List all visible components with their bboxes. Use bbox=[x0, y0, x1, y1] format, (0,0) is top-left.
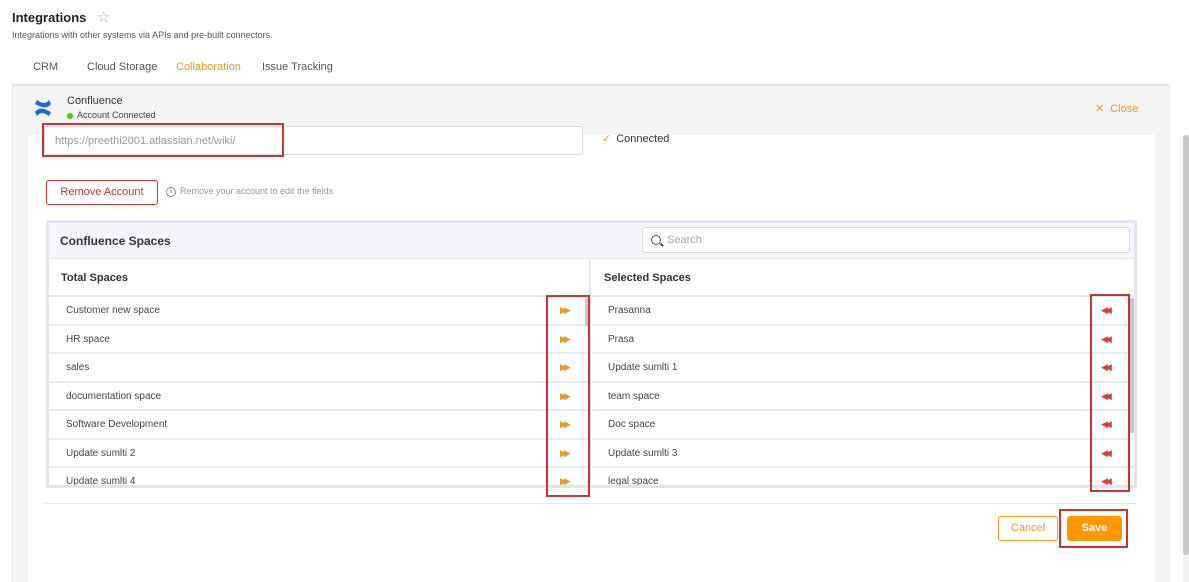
connector-name: Confluence bbox=[67, 95, 123, 107]
space-name: Prasanna bbox=[608, 305, 651, 316]
list-item: legal space ◀◀ bbox=[592, 468, 1134, 485]
connection-status-text: Account Connected bbox=[77, 110, 156, 120]
page-scrollbar-thumb[interactable] bbox=[1183, 135, 1189, 555]
space-name: team space bbox=[608, 390, 660, 402]
connected-label: Connected bbox=[616, 133, 670, 145]
connection-status: Account Connected bbox=[67, 110, 156, 120]
space-name: Update sumlti 3 bbox=[608, 447, 678, 459]
cancel-button[interactable]: Cancel bbox=[998, 516, 1058, 541]
tab-issue-tracking[interactable]: Issue Tracking bbox=[249, 56, 346, 86]
space-name: sales bbox=[66, 362, 90, 373]
spaces-title: Confluence Spaces bbox=[60, 234, 171, 248]
tab-collaboration[interactable]: Collaboration bbox=[163, 56, 254, 86]
move-right-icon[interactable]: ▶▶ bbox=[560, 448, 571, 459]
list-item: documentation space ▶▶ bbox=[49, 383, 589, 411]
footer-divider bbox=[44, 503, 1137, 504]
move-right-icon[interactable]: ▶▶ bbox=[560, 334, 571, 345]
search-icon bbox=[651, 235, 661, 245]
page-header: Integrations ☆ bbox=[12, 9, 110, 27]
search-placeholder: Search bbox=[667, 234, 702, 246]
move-left-icon[interactable]: ◀◀ bbox=[1101, 476, 1112, 485]
info-icon: i bbox=[166, 187, 176, 197]
space-name: documentation space bbox=[66, 390, 162, 402]
site-url-field[interactable]: https://preethi2001.atlassian.net/wiki/ bbox=[44, 126, 583, 155]
move-right-icon[interactable]: ▶▶ bbox=[560, 305, 571, 316]
move-right-icon[interactable]: ▶▶ bbox=[560, 362, 571, 373]
total-spaces-list: Total Spaces Customer new space ▶▶ HR spa… bbox=[49, 260, 591, 485]
list-item: Update sumlti 3 ◀◀ bbox=[592, 440, 1134, 468]
move-left-icon[interactable]: ◀◀ bbox=[1101, 334, 1112, 345]
list-item: Update sumlti 4 ▶▶ bbox=[49, 468, 589, 485]
move-left-icon[interactable]: ◀◀ bbox=[1101, 419, 1112, 430]
list-item: Doc space ◀◀ bbox=[592, 411, 1134, 440]
move-right-icon[interactable]: ▶▶ bbox=[560, 476, 571, 485]
total-list-scrollbar[interactable] bbox=[585, 298, 589, 326]
close-icon: ✕ bbox=[1095, 103, 1105, 115]
move-left-icon[interactable]: ◀◀ bbox=[1101, 305, 1112, 316]
space-name: Update sumlti 2 bbox=[66, 447, 136, 459]
selected-list-scrollbar[interactable] bbox=[1129, 298, 1134, 433]
selected-spaces-list: Selected Spaces Prasanna ◀◀ Prasa ◀◀ Updat… bbox=[592, 260, 1134, 485]
list-item: sales ▶▶ bbox=[49, 354, 589, 383]
list-item: Update sumlti 2 ▶▶ bbox=[49, 440, 589, 468]
close-label: Close bbox=[1110, 103, 1139, 115]
confluence-logo-icon bbox=[35, 100, 51, 116]
space-name: Doc space bbox=[608, 419, 656, 430]
list-item: team space ◀◀ bbox=[592, 383, 1134, 411]
move-left-icon[interactable]: ◀◀ bbox=[1101, 391, 1112, 402]
move-left-icon[interactable]: ◀◀ bbox=[1101, 362, 1112, 373]
list-item: Update sumlti 1 ◀◀ bbox=[592, 354, 1134, 383]
space-name: legal space bbox=[608, 476, 659, 485]
move-right-icon[interactable]: ▶▶ bbox=[560, 419, 571, 430]
page-subtitle: Integrations with other systems via APIs… bbox=[12, 30, 273, 40]
selected-spaces-header: Selected Spaces bbox=[592, 260, 1134, 297]
connected-indicator: ✓ Connected bbox=[602, 132, 669, 145]
list-item: Software Development ▶▶ bbox=[49, 411, 589, 440]
list-item: Customer new space ▶▶ bbox=[49, 297, 589, 326]
connected-dot-icon bbox=[67, 112, 73, 119]
remove-info-text: Remove your account to edit the fields bbox=[180, 186, 334, 196]
spaces-search-input[interactable]: Search bbox=[642, 227, 1130, 253]
list-item: Prasa ◀◀ bbox=[592, 326, 1134, 354]
tab-crm[interactable]: CRM bbox=[20, 56, 71, 86]
tab-cloud-storage[interactable]: Cloud Storage bbox=[74, 56, 170, 86]
remove-account-button[interactable]: Remove Account bbox=[46, 180, 158, 205]
space-name: Prasa bbox=[608, 333, 635, 345]
save-button[interactable]: Save bbox=[1067, 516, 1122, 541]
list-item: HR space ▶▶ bbox=[49, 326, 589, 354]
space-name: Customer new space bbox=[66, 305, 160, 316]
total-spaces-header: Total Spaces bbox=[49, 260, 589, 297]
favorite-star-icon[interactable]: ☆ bbox=[97, 10, 110, 25]
space-name: Update sumlti 4 bbox=[66, 476, 136, 485]
move-right-icon[interactable]: ▶▶ bbox=[560, 391, 571, 402]
move-left-icon[interactable]: ◀◀ bbox=[1101, 448, 1112, 459]
space-name: HR space bbox=[66, 333, 110, 345]
page-title: Integrations bbox=[12, 10, 87, 26]
close-button[interactable]: ✕ Close bbox=[1095, 102, 1138, 115]
check-icon: ✓ bbox=[602, 133, 612, 145]
list-item: Prasanna ◀◀ bbox=[592, 297, 1134, 326]
space-name: Software Development bbox=[66, 419, 168, 430]
space-name: Update sumlti 1 bbox=[608, 362, 678, 373]
